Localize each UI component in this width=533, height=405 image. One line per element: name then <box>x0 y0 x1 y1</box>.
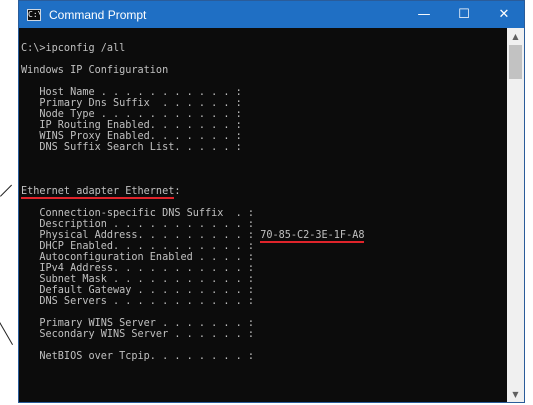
console-output[interactable]: C:\>ipconfig /all Windows IP Configurati… <box>19 28 507 402</box>
physical-address-value: 70-85-C2-3E-1F-A8 <box>260 230 365 243</box>
vertical-scrollbar[interactable]: ▲ ▼ <box>507 28 524 402</box>
autoconfiguration-line: Autoconfiguration Enabled . . . . : <box>21 252 255 263</box>
node-type-line: Node Type . . . . . . . . . . . : <box>21 109 242 120</box>
ip-routing-line: IP Routing Enabled. . . . . . . : <box>21 120 242 131</box>
screenshot-frame: C:\ Command Prompt — ☐ ✕ C:\>ipconfig /a… <box>0 0 533 405</box>
window-title: Command Prompt <box>49 7 147 22</box>
close-button[interactable]: ✕ <box>484 1 524 28</box>
scroll-down-icon[interactable]: ▼ <box>507 386 524 402</box>
subnet-mask-line: Subnet Mask . . . . . . . . . . . : <box>21 274 255 285</box>
secondary-wins-line: Secondary WINS Server . . . . . . : <box>21 329 255 340</box>
dns-servers-line: DNS Servers . . . . . . . . . . . : <box>21 296 255 307</box>
description-line: Description . . . . . . . . . . . : <box>21 219 255 230</box>
default-gateway-line: Default Gateway . . . . . . . . . : <box>21 285 255 296</box>
annotation-line-upper <box>0 184 13 197</box>
wins-proxy-line: WINS Proxy Enabled. . . . . . . : <box>21 131 242 142</box>
minimize-button[interactable]: — <box>404 1 444 28</box>
config-heading: Windows IP Configuration <box>21 65 169 76</box>
maximize-button[interactable]: ☐ <box>444 1 484 28</box>
annotation-line-lower <box>0 322 13 346</box>
scroll-up-icon[interactable]: ▲ <box>507 28 524 44</box>
connection-dns-suffix-line: Connection-specific DNS Suffix . : <box>21 208 255 219</box>
physical-address-label: Physical Address. . . . . . . . . : <box>21 230 261 241</box>
physical-address-line: Physical Address. . . . . . . . . : 70-8… <box>21 230 507 243</box>
primary-dns-suffix-line: Primary Dns Suffix . . . . . . : <box>21 98 242 109</box>
adapter-heading-line: Ethernet adapter Ethernet: <box>21 186 507 199</box>
host-name-line: Host Name . . . . . . . . . . . : <box>21 87 242 98</box>
ipv4-address-line: IPv4 Address. . . . . . . . . . . : <box>21 263 255 274</box>
netbios-line: NetBIOS over Tcpip. . . . . . . . : <box>21 351 255 362</box>
command-prompt-line: C:\>ipconfig /all <box>21 43 126 54</box>
scrollbar-thumb[interactable] <box>509 45 522 79</box>
dns-suffix-search-line: DNS Suffix Search List. . . . . : <box>21 142 242 153</box>
adapter-heading-colon: : <box>174 186 181 197</box>
adapter-heading-underlined: Ethernet adapter Ethernet <box>21 186 175 199</box>
title-bar[interactable]: C:\ Command Prompt — ☐ ✕ <box>19 1 524 28</box>
console-app-icon: C:\ <box>27 8 41 21</box>
primary-wins-line: Primary WINS Server . . . . . . . : <box>21 318 255 329</box>
command-prompt-window: C:\ Command Prompt — ☐ ✕ C:\>ipconfig /a… <box>18 0 525 403</box>
